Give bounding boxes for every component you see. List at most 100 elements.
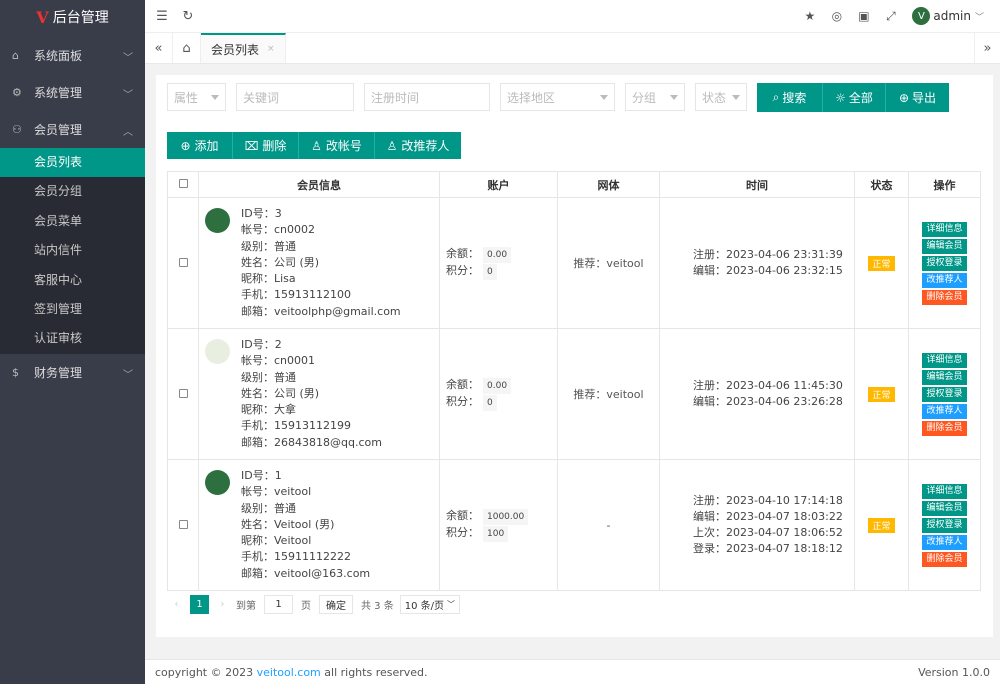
- search-icon: ⌕: [772, 90, 780, 104]
- refresh-icon[interactable]: ↻: [175, 9, 201, 24]
- sidebar-sub-member-list[interactable]: 会员列表: [0, 148, 145, 178]
- op-button-1[interactable]: 编辑会员: [922, 369, 967, 385]
- op-button-4[interactable]: 删除会员: [922, 551, 967, 567]
- chevron-down-icon: ﹀: [123, 90, 133, 101]
- member-phone-label: 手机：: [241, 288, 274, 302]
- tab-member-list[interactable]: 会员列表 ×: [201, 33, 286, 63]
- sidebar-sub-messages[interactable]: 站内信件: [0, 236, 145, 265]
- col-header-info: 会员信息: [198, 171, 440, 198]
- chevron-down-icon: ﹀: [123, 369, 133, 381]
- actions-cell: 详细信息 编辑会员 授权登录 改推荐人 删除会员: [908, 459, 981, 591]
- reg-time-input[interactable]: 注册时间: [364, 83, 490, 111]
- filter-bar: 属性 关键词 注册时间 选择地区 分组 状态 ⌕ 搜索 ☼ 全部 ⊕ 导出: [167, 83, 949, 112]
- op-button-0[interactable]: 详细信息: [922, 352, 967, 368]
- points-line: 积分： 100: [446, 525, 557, 542]
- region-placeholder: 选择地区: [507, 90, 556, 105]
- sidebar-sub-member-menu[interactable]: 会员菜单: [0, 207, 145, 236]
- region-select[interactable]: 选择地区: [500, 83, 615, 111]
- col-header-time: 时间: [659, 171, 855, 198]
- go-button[interactable]: 确定: [319, 595, 353, 614]
- site-link[interactable]: veitool.com: [257, 666, 321, 679]
- member-name: 姓名：Veitool (男): [241, 517, 439, 533]
- member-nick: 昵称：Veitool: [241, 533, 439, 549]
- op-button-2[interactable]: 授权登录: [922, 255, 967, 271]
- attr-select[interactable]: 属性: [167, 83, 226, 111]
- close-icon[interactable]: ×: [267, 44, 275, 54]
- member-id: ID号：1: [241, 468, 439, 484]
- member-email-value: 26843818@qq.com: [274, 435, 382, 449]
- network-cell: 推荐：veitool: [557, 328, 660, 460]
- op-button-4[interactable]: 删除会员: [922, 420, 967, 436]
- op-button-3[interactable]: 改推荐人: [922, 403, 967, 419]
- page-current[interactable]: 1: [190, 595, 209, 614]
- op-button-1[interactable]: 编辑会员: [922, 500, 967, 516]
- user-menu[interactable]: V admin ﹀: [912, 7, 984, 25]
- home-tab-icon[interactable]: ⌂: [173, 33, 201, 63]
- search-button[interactable]: ⌕ 搜索: [757, 83, 823, 112]
- member-nick-value: Lisa: [274, 272, 296, 286]
- op-button-0[interactable]: 详细信息: [922, 221, 967, 237]
- member-email: 邮箱：veitoolphp@gmail.com: [241, 304, 439, 320]
- user-icon: ♙: [311, 138, 322, 153]
- op-button-1[interactable]: 编辑会员: [922, 238, 967, 254]
- sidebar-sub-support[interactable]: 客服中心: [0, 266, 145, 295]
- add-button[interactable]: ⊕ 添加: [167, 132, 233, 159]
- star-icon[interactable]: ★: [796, 9, 823, 23]
- prev-page-icon[interactable]: ‹: [167, 595, 186, 614]
- balance-value: 0.00: [483, 378, 512, 394]
- row-checkbox[interactable]: [178, 519, 188, 529]
- member-id-value: 2: [274, 337, 282, 351]
- row-checkbox[interactable]: [178, 257, 188, 267]
- member-level-value: 普通: [274, 370, 296, 384]
- chevron-up-icon: ︿: [123, 127, 133, 138]
- page-unit: 页: [301, 601, 311, 612]
- keyword-input[interactable]: 关键词: [236, 83, 354, 111]
- delete-button[interactable]: ⌧ 删除: [233, 132, 299, 159]
- show-all-button[interactable]: ☼ 全部: [823, 83, 886, 112]
- member-id-label: ID号：: [241, 337, 275, 351]
- menu-toggle-icon[interactable]: ☰: [149, 9, 175, 24]
- change-account-button[interactable]: ♙ 改帐号: [299, 132, 375, 159]
- tabs-scroll-left-icon[interactable]: «: [145, 33, 173, 63]
- network-cell: 推荐：veitool: [557, 197, 660, 329]
- status-select[interactable]: 状态: [695, 83, 747, 111]
- lock-icon[interactable]: ▣: [850, 9, 877, 23]
- group-select[interactable]: 分组: [625, 83, 685, 111]
- status-cell: 正常: [854, 459, 909, 591]
- member-info-cell: ID号：2 帐号：cn0001 级别：普通 姓名：公司 (男) 昵称：大拿 手机…: [198, 328, 440, 460]
- page-input[interactable]: 1: [264, 595, 293, 614]
- select-all-checkbox[interactable]: [178, 179, 188, 188]
- sidebar-sub-verify[interactable]: 认证审核: [0, 324, 145, 353]
- sidebar-item-members[interactable]: ⚇ 会员管理 ︿: [0, 111, 145, 148]
- member-email-label: 邮箱：: [241, 435, 274, 449]
- sidebar-item-dashboard[interactable]: ⌂ 系统面板 ﹀: [0, 37, 145, 74]
- avatar: [205, 338, 230, 364]
- reg-time-placeholder: 注册时间: [371, 90, 420, 105]
- total-count: 共 3 条: [361, 601, 394, 612]
- member-email-value: veitool@163.com: [274, 566, 371, 580]
- member-id-value: 3: [274, 206, 282, 220]
- op-button-3[interactable]: 改推荐人: [922, 272, 967, 288]
- member-phone-value: 15913112100: [274, 288, 351, 302]
- sidebar-sub-member-group[interactable]: 会员分组: [0, 177, 145, 206]
- change-referrer-button[interactable]: ♙ 改推荐人: [375, 132, 461, 159]
- tabs-scroll-right-icon[interactable]: »: [974, 33, 1000, 63]
- export-button[interactable]: ⊕ 导出: [886, 83, 949, 112]
- op-button-4[interactable]: 删除会员: [922, 289, 967, 305]
- sidebar-item-system[interactable]: ⚙ 系统管理 ﹀: [0, 74, 145, 111]
- member-email-value: veitoolphp@gmail.com: [274, 304, 401, 318]
- per-page-select[interactable]: 10 条/页 ﹀: [399, 595, 461, 614]
- time-cell: 注册：2023-04-06 11:45:30 编辑：2023-04-06 23:2…: [659, 328, 855, 460]
- op-button-0[interactable]: 详细信息: [922, 483, 967, 499]
- fullscreen-icon[interactable]: ⤢: [877, 9, 904, 24]
- op-button-3[interactable]: 改推荐人: [922, 534, 967, 550]
- op-button-2[interactable]: 授权登录: [922, 386, 967, 402]
- globe-icon[interactable]: ◎: [823, 9, 850, 23]
- member-email-label: 邮箱：: [241, 304, 274, 318]
- sidebar-sub-checkin[interactable]: 签到管理: [0, 295, 145, 324]
- sidebar-item-finance[interactable]: $ 财务管理 ﹀: [0, 354, 145, 391]
- row-checkbox[interactable]: [178, 388, 188, 398]
- next-page-icon[interactable]: ›: [213, 595, 232, 614]
- footer: copyright © 2023 veitool.com all rights …: [145, 659, 1000, 684]
- op-button-2[interactable]: 授权登录: [922, 517, 967, 533]
